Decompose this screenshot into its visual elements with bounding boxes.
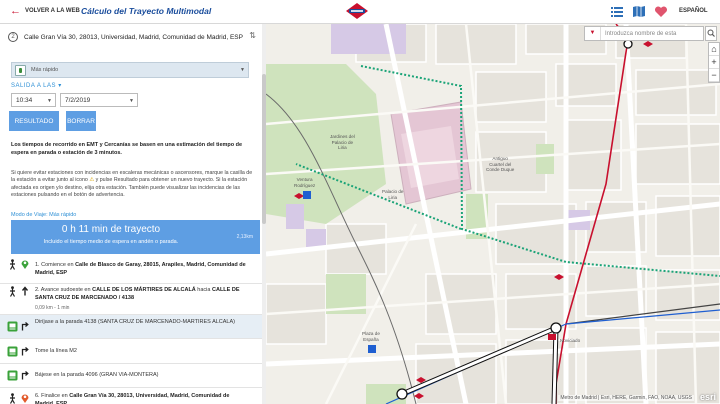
- station-search-input[interactable]: Introduzca nombre de esta: [605, 31, 676, 37]
- route-step-3-text: Diríjase a la parada 4138 (SANTA CRUZ DE…: [35, 319, 235, 325]
- poi-ventura-rodriguez: Ventura Rodríguez: [294, 177, 316, 188]
- end-pin-icon: [21, 394, 29, 403]
- incidents-note: Si quiere evitar estaciones con incidenc…: [11, 170, 255, 199]
- start-pin-icon: [21, 260, 29, 269]
- route-step-4[interactable]: Tome la línea M2: [0, 339, 262, 364]
- page-title: Cálculo del Trayecto Multimodal: [81, 6, 212, 16]
- home-icon[interactable]: ⌂: [709, 43, 719, 56]
- station-search-box[interactable]: ▼ Introduzca nombre de esta: [584, 26, 704, 41]
- walking-person-icon: [9, 393, 16, 404]
- destination-row[interactable]: 2 Calle Gran Vía 30, 28013, Universidad,…: [8, 28, 258, 46]
- metro-logo-icon[interactable]: [345, 2, 369, 20]
- wait-time-note: Los tiempos de recorrido en EMT y Cercan…: [11, 142, 243, 156]
- bus-icon: [7, 370, 18, 381]
- bus-icon: [7, 346, 18, 357]
- time-value: 10:34: [16, 97, 33, 104]
- map-canvas[interactable]: [266, 24, 720, 404]
- app-header: ← VOLVER A LA WEB Cálculo del Trayecto M…: [0, 0, 720, 24]
- zoom-controls: ⌂ + −: [708, 42, 720, 83]
- route-panel: 2 Calle Gran Vía 30, 28013, Universidad,…: [0, 24, 262, 404]
- back-to-web-link[interactable]: ← VOLVER A LA WEB: [10, 5, 80, 17]
- route-step-5-text: Bájese en la parada 4096 (GRAN VIA-MONTE…: [35, 372, 159, 378]
- map-icon[interactable]: [632, 5, 646, 18]
- poi-cuartel-conde-duque: Antiguo Cuartel del Conde Duque: [486, 156, 515, 172]
- departure-label-text: SALIDA A LAS: [11, 83, 57, 89]
- poi-plaza-espana: Plaza de España: [362, 331, 380, 342]
- route-step-2[interactable]: 2. Avance sudoeste en CALLE DE LOS MÁRTI…: [0, 284, 262, 315]
- chevron-down-icon: ▼: [47, 98, 52, 104]
- map-attribution: Metro de Madrid | Esri, HERE, Garmin, FA…: [558, 395, 694, 401]
- destination-field[interactable]: Calle Gran Vía 30, 28013, Universidad, M…: [24, 34, 243, 41]
- walking-person-icon: [9, 259, 16, 270]
- route-step-6-text: 6. Finalice en Calle Gran Vía 30, 28013,…: [35, 393, 250, 404]
- route-step-5[interactable]: Bájese en la parada 4096 (GRAN VIA-MONTE…: [0, 364, 262, 388]
- warning-icon: ⚠: [89, 177, 95, 184]
- date-value: 7/2/2019: [65, 97, 91, 104]
- date-select[interactable]: 7/2/2019 ▼: [60, 93, 138, 107]
- zoom-out-button[interactable]: −: [709, 69, 719, 82]
- straight-arrow-icon: [21, 286, 29, 296]
- walking-person-icon: [9, 286, 16, 297]
- route-duration-note: Incluido el tiempo medio de espera en an…: [43, 239, 179, 245]
- route-step-2-prefix: 2. Avance sudoeste en: [35, 287, 93, 293]
- chevron-down-icon: ▼: [129, 98, 134, 104]
- chevron-down-icon: ▼: [240, 67, 245, 73]
- turn-right-icon: [21, 347, 29, 356]
- route-map[interactable]: Ventura Rodríguez Jardines del Palacio de L…: [266, 24, 720, 404]
- poi-noviciado: Noviciado: [560, 338, 581, 343]
- poi-palacio-liria: Palacio de Liria: [382, 189, 404, 200]
- departure-label[interactable]: SALIDA A LAS ▾: [11, 82, 62, 89]
- route-step-1[interactable]: 1. Comience en Calle de Blasco de Garay,…: [0, 254, 262, 284]
- list-icon[interactable]: [610, 5, 624, 18]
- route-summary-banner: 0 h 11 min de trayecto Incluido el tiemp…: [11, 220, 260, 254]
- route-step-6-prefix: 6. Finalice en: [35, 393, 70, 399]
- route-step-6[interactable]: 6. Finalice en Calle Gran Vía 30, 28013,…: [0, 388, 262, 404]
- route-step-1-prefix: 1. Comience en: [35, 262, 76, 268]
- poi-jardines-liria: Jardines del Palacio de Liria: [330, 134, 355, 150]
- language-selector[interactable]: ESPAÑOL: [679, 8, 708, 14]
- route-step-4-text: Tome la línea M2: [35, 348, 77, 354]
- turn-right-icon: [21, 371, 29, 380]
- heart-icon[interactable]: [654, 5, 668, 18]
- route-distance: 2,13km: [236, 234, 253, 240]
- clear-button[interactable]: BORRAR: [66, 111, 96, 131]
- destination-index: 2: [8, 32, 18, 42]
- route-step-2-distance: 0,09 km - 1 min: [35, 305, 70, 311]
- swap-icon[interactable]: ⇅: [249, 31, 256, 40]
- time-select[interactable]: 10:34 ▼: [11, 93, 56, 107]
- search-icon: [707, 29, 715, 37]
- zoom-in-button[interactable]: +: [709, 56, 719, 69]
- search-button[interactable]: [705, 26, 717, 41]
- route-step-2-text: 2. Avance sudoeste en CALLE DE LOS MÁRTI…: [35, 287, 250, 302]
- back-link-label: VOLVER A LA WEB: [25, 8, 80, 14]
- result-button[interactable]: RESULTADO: [9, 111, 59, 131]
- bus-icon: [7, 321, 18, 332]
- travel-mode-label: Modo de Viaje: Más rápido: [11, 212, 77, 218]
- route-step-3[interactable]: Diríjase a la parada 4138 (SANTA CRUZ DE…: [0, 315, 262, 339]
- walking-person-icon: [15, 64, 26, 76]
- travel-mode-select[interactable]: Más rápido ▼: [11, 62, 249, 78]
- turn-right-icon: [21, 322, 29, 331]
- back-arrow-icon: ←: [10, 5, 21, 17]
- travel-mode-value: Más rápido: [31, 67, 59, 73]
- route-step-2-street: CALLE DE LOS MÁRTIRES DE ALCALÁ: [92, 287, 196, 293]
- esri-logo: esri: [699, 392, 716, 402]
- route-step-1-text: 1. Comience en Calle de Blasco de Garay,…: [35, 262, 250, 277]
- route-duration: 0 h 11 min de trayecto: [61, 224, 161, 235]
- chevron-down-icon[interactable]: ▼: [585, 27, 601, 40]
- route-step-2-mid: hacia: [195, 287, 212, 293]
